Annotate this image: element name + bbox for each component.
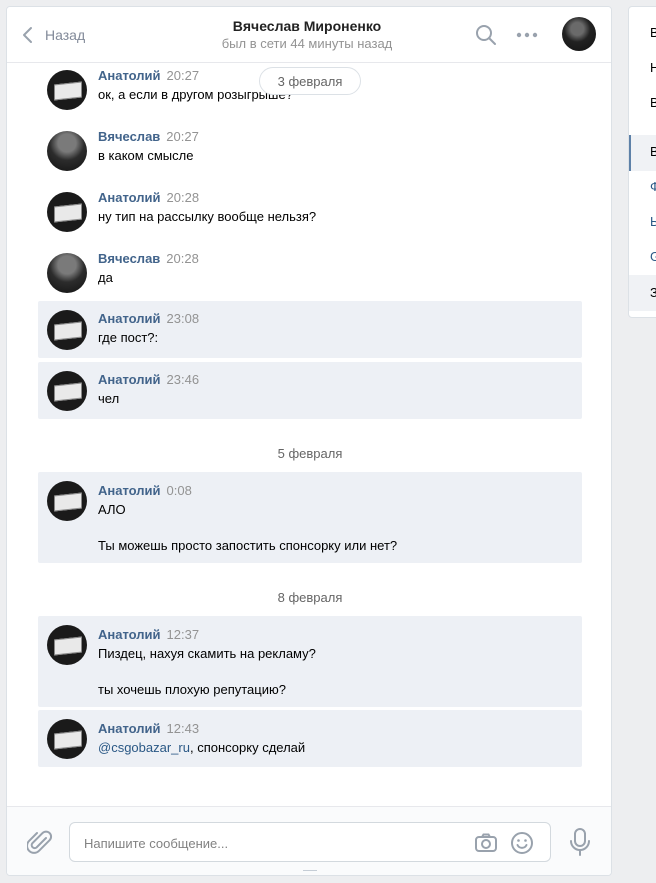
- message-time: 23:46: [166, 372, 200, 387]
- chat-title[interactable]: Вячеслав Мироненко: [147, 17, 467, 35]
- mention-link[interactable]: @csgobazar_ru: [98, 740, 190, 755]
- paperclip-icon[interactable]: [27, 829, 53, 857]
- right-menu: В Н В В Ф Ы G З: [628, 6, 656, 318]
- message-time: 20:28: [166, 190, 200, 205]
- message-text: чел: [98, 391, 120, 406]
- online-status: был в сети 44 минуты назад: [221, 36, 393, 51]
- right-menu-item[interactable]: З: [650, 284, 656, 302]
- message-text: да: [98, 270, 113, 285]
- message-input[interactable]: [84, 833, 454, 853]
- avatar[interactable]: [47, 371, 87, 411]
- message-row[interactable]: Анатолий 0:08 АЛО Ты можешь просто запост…: [38, 472, 582, 563]
- avatar[interactable]: [47, 625, 87, 665]
- message-row[interactable]: Анатолий 20:28 ну тип на рассылку вообще …: [38, 187, 582, 237]
- microphone-icon[interactable]: [569, 827, 591, 857]
- message-row[interactable]: Анатолий 12:37 Пиздец, нахуя скамить на р…: [38, 616, 582, 707]
- message-composer: [7, 806, 611, 875]
- message-author[interactable]: Анатолий: [98, 68, 161, 83]
- message-time: 12:37: [166, 627, 200, 642]
- message-row[interactable]: Анатолий 23:08 где пост?:: [38, 301, 582, 358]
- avatar[interactable]: [47, 131, 87, 171]
- right-menu-item[interactable]: В: [650, 94, 656, 112]
- message-row[interactable]: Вячеслав 20:27 в каком смысле: [38, 126, 582, 176]
- message-input-box[interactable]: [69, 822, 551, 862]
- message-time: 23:08: [166, 311, 200, 326]
- date-separator: 8 февраля: [277, 590, 343, 605]
- message-text: Пиздец, нахуя скамить на рекламу? ты хоч…: [98, 646, 316, 697]
- camera-icon[interactable]: [474, 831, 498, 855]
- resize-handle[interactable]: [303, 870, 317, 875]
- message-time: 12:43: [166, 721, 200, 736]
- avatar[interactable]: [47, 253, 87, 293]
- avatar[interactable]: [47, 70, 87, 110]
- smile-icon[interactable]: [510, 831, 534, 855]
- right-menu-item[interactable]: Н: [650, 59, 656, 77]
- message-author[interactable]: Анатолий: [98, 311, 161, 326]
- message-time: 20:28: [166, 251, 199, 266]
- chat-header: Назад Вячеслав Мироненко был в сети 44 м…: [7, 7, 611, 63]
- avatar[interactable]: [47, 192, 87, 232]
- avatar[interactable]: [47, 310, 87, 350]
- message-text: ну тип на рассылку вообще нельзя?: [98, 209, 317, 224]
- chat-panel: Назад Вячеслав Мироненко был в сети 44 м…: [6, 6, 612, 876]
- chevron-left-icon: [23, 27, 32, 43]
- message-row[interactable]: Анатолий 23:46 чел: [38, 362, 582, 419]
- right-menu-item[interactable]: В: [650, 143, 656, 161]
- message-row[interactable]: Анатолий 12:43 @csgobazar_ru, спонсорку с…: [38, 710, 582, 767]
- message-author[interactable]: Анатолий: [98, 190, 161, 205]
- message-time: 20:27: [166, 129, 199, 144]
- message-time: 0:08: [166, 483, 192, 498]
- message-author[interactable]: Анатолий: [98, 627, 161, 642]
- message-text-rest: , спонсорку сделай: [189, 740, 306, 755]
- right-menu-item[interactable]: Ы: [650, 213, 656, 231]
- message-author[interactable]: Анатолий: [98, 483, 161, 498]
- message-text: где пост?:: [98, 330, 159, 345]
- floating-date-pill: 3 февраля: [259, 67, 361, 95]
- date-separator: 5 февраля: [277, 446, 343, 461]
- avatar[interactable]: [47, 481, 87, 521]
- back-button[interactable]: Назад: [21, 7, 85, 63]
- message-text: @csgobazar_ru, спонсорку сделай: [98, 739, 305, 757]
- right-menu-item[interactable]: Ф: [650, 178, 656, 196]
- message-author[interactable]: Вячеслав: [98, 129, 160, 144]
- message-row[interactable]: Вячеслав 20:28 да: [38, 248, 582, 298]
- avatar[interactable]: [47, 719, 87, 759]
- message-text: в каком смысле: [98, 148, 194, 163]
- message-text: АЛО Ты можешь просто запостить спонсорку…: [98, 502, 398, 553]
- right-menu-item[interactable]: В: [650, 24, 656, 42]
- message-author[interactable]: Анатолий: [98, 372, 161, 387]
- search-icon[interactable]: [474, 23, 498, 47]
- right-menu-item[interactable]: G: [650, 248, 656, 266]
- message-time: 20:27: [166, 68, 200, 83]
- header-avatar[interactable]: [562, 17, 596, 51]
- back-label: Назад: [45, 27, 86, 43]
- more-dots-icon[interactable]: [515, 23, 539, 47]
- chat-title-block[interactable]: Вячеслав Мироненко был в сети 44 минуты …: [147, 17, 467, 53]
- message-author[interactable]: Анатолий: [98, 721, 161, 736]
- message-author[interactable]: Вячеслав: [98, 251, 160, 266]
